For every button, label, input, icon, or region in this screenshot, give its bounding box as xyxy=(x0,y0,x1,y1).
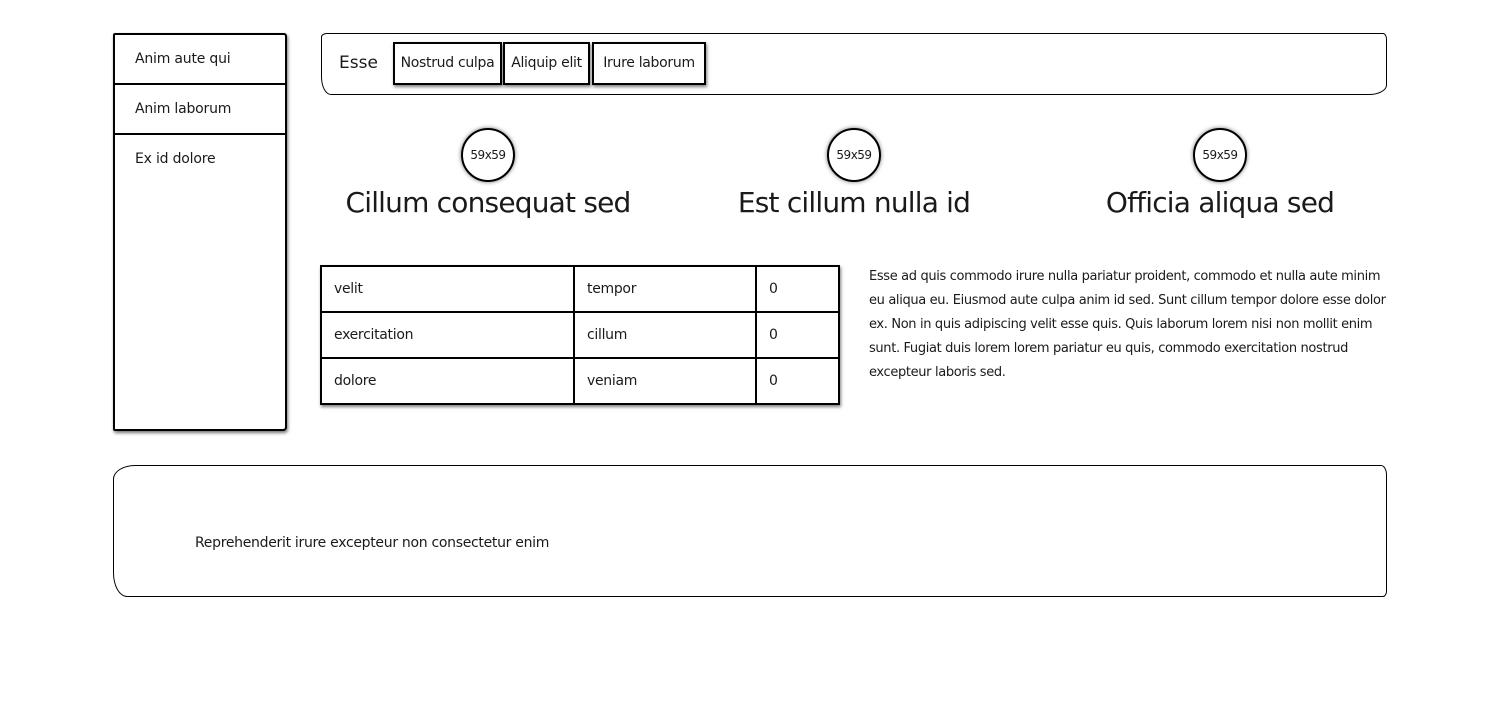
sidebar-item-ex-id-dolore[interactable]: Ex id dolore xyxy=(115,135,285,185)
feature-title: Est cillum nulla id xyxy=(737,186,971,219)
feature-column: 59x59 Cillum consequat sed xyxy=(308,128,668,222)
table-row: dolore veniam 0 xyxy=(320,357,840,405)
avatar-placeholder: 59x59 xyxy=(827,128,881,182)
avatar-placeholder: 59x59 xyxy=(461,128,515,182)
table-row: velit tempor 0 xyxy=(320,265,840,313)
header-bar: Esse Nostrud culpa Aliquip elit Irure la… xyxy=(321,33,1387,95)
table-cell: 0 xyxy=(755,265,840,313)
table-cell: tempor xyxy=(573,265,757,313)
tab-nostrud-culpa[interactable]: Nostrud culpa xyxy=(393,42,502,85)
tab-aliquip-elit[interactable]: Aliquip elit xyxy=(503,42,590,85)
sidebar-item-anim-laborum[interactable]: Anim laborum xyxy=(115,85,285,135)
body-paragraph: Esse ad quis commodo irure nulla pariatu… xyxy=(869,269,1386,380)
feature-title: Officia aliqua sed xyxy=(1105,186,1335,219)
sidebar: Anim aute qui Anim laborum Ex id dolore xyxy=(113,33,287,431)
table-cell: veniam xyxy=(573,357,757,405)
sidebar-item-anim-aute-qui[interactable]: Anim aute qui xyxy=(115,35,285,85)
table-cell: velit xyxy=(320,265,575,313)
table-cell: exercitation xyxy=(320,311,575,359)
avatar-placeholder: 59x59 xyxy=(1193,128,1247,182)
feature-column: 59x59 Est cillum nulla id xyxy=(674,128,1034,222)
table-cell: 0 xyxy=(755,311,840,359)
brand-label: Esse xyxy=(339,53,378,73)
feature-column: 59x59 Officia aliqua sed xyxy=(1040,128,1400,222)
table-cell: 0 xyxy=(755,357,840,405)
data-table: velit tempor 0 exercitation cillum 0 dol… xyxy=(320,265,840,405)
footer-text: Reprehenderit irure excepteur non consec… xyxy=(195,535,550,551)
tab-irure-laborum[interactable]: Irure laborum xyxy=(592,42,706,85)
table-row: exercitation cillum 0 xyxy=(320,311,840,359)
table-cell: dolore xyxy=(320,357,575,405)
footer: Reprehenderit irure excepteur non consec… xyxy=(113,465,1387,597)
table-cell: cillum xyxy=(573,311,757,359)
feature-title: Cillum consequat sed xyxy=(345,186,631,219)
